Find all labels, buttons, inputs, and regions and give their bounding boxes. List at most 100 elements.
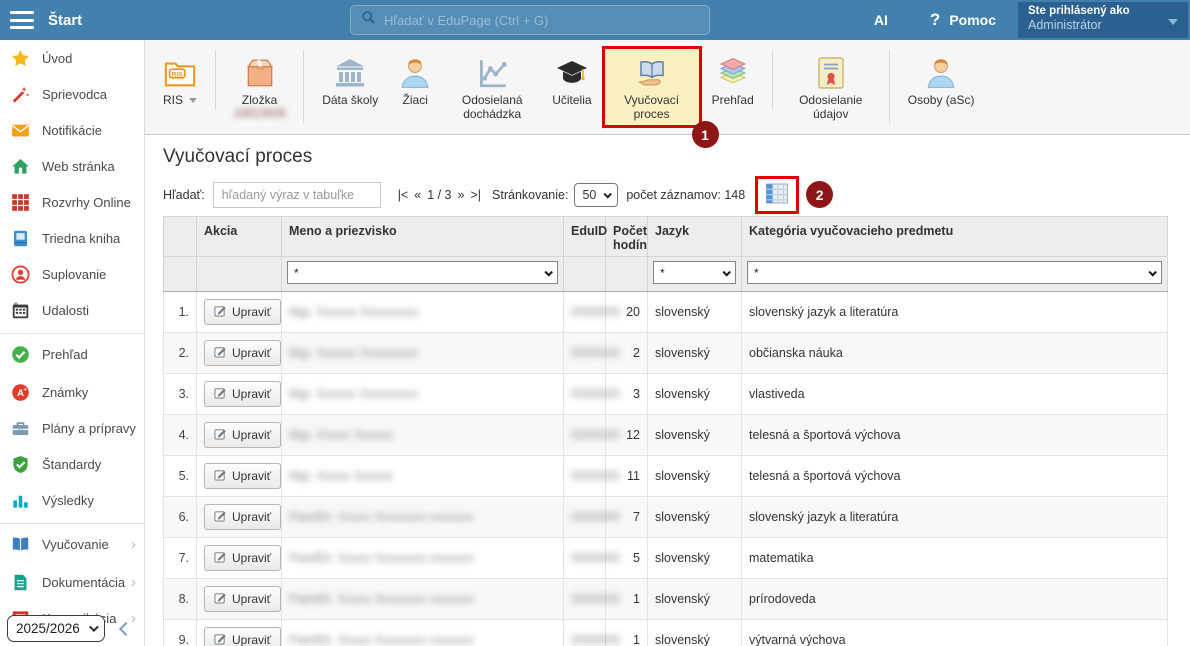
toolbar-button[interactable]: Osoby (aSc) xyxy=(898,46,985,114)
logged-in-as-label: Ste prihlásený ako xyxy=(1028,5,1178,17)
toolbar-button-label: Odosielaná dochádzka xyxy=(452,93,532,121)
edit-pencil-icon xyxy=(214,304,232,320)
eduid-blurred: 0000000 xyxy=(571,387,620,401)
menu-icon[interactable] xyxy=(10,11,34,29)
edit-button[interactable]: Upraviť xyxy=(204,340,281,366)
sidebar-item-label: Udalosti xyxy=(42,303,89,318)
edit-button[interactable]: Upraviť xyxy=(204,463,281,489)
row-number: 6. xyxy=(164,497,197,538)
sidebar-item-label: Triedna kniha xyxy=(42,231,120,246)
sidebar-item-label: Prehľad xyxy=(42,347,88,362)
toolbar-button[interactable]: RIS RIS xyxy=(153,46,207,114)
sidebar-item[interactable]: Web stránka xyxy=(0,148,144,184)
caret-down-icon xyxy=(604,190,612,198)
category-value: matematika xyxy=(742,538,1168,579)
module-toolbar: RIS RIS Zložka xyxy=(145,40,1190,135)
edit-button-label: Upraviť xyxy=(232,469,271,483)
pagination-next-button[interactable]: » xyxy=(458,188,465,202)
sidebar-item[interactable]: Suplovanie xyxy=(0,256,144,292)
edit-button[interactable]: Upraviť xyxy=(204,545,281,571)
step-badge: 1 xyxy=(692,121,719,148)
toolbar-button[interactable]: Žiaci xyxy=(388,46,442,114)
language-value: slovenský xyxy=(648,579,742,620)
page-size-select[interactable]: 50 xyxy=(574,183,618,207)
global-search-input[interactable] xyxy=(384,13,699,28)
table-row: 2. Upraviť Mgr. Xxxxxx Xxxxxxxxx 0000000… xyxy=(164,333,1168,374)
column-header-eduid[interactable]: EduID xyxy=(564,217,606,257)
sidebar-item[interactable]: Úvod xyxy=(0,40,144,76)
edit-button[interactable]: Upraviť xyxy=(204,504,281,530)
edit-button-label: Upraviť xyxy=(232,305,271,319)
chevron-right-icon: › xyxy=(131,610,136,627)
sidebar-item[interactable]: Udalosti xyxy=(0,292,144,328)
toolbar-button[interactable]: Zložka 10013429 xyxy=(224,46,295,127)
column-header-category[interactable]: Kategória vyučovacieho predmetu xyxy=(742,217,1168,257)
sidebar-item[interactable]: Triedna kniha xyxy=(0,220,144,256)
edit-button[interactable]: Upraviť xyxy=(204,586,281,612)
page-content: Vyučovací proces Hľadať: |< « 1 / 3 » >|… xyxy=(145,135,1190,646)
edit-pencil-icon xyxy=(214,468,232,484)
sidebar-item[interactable]: Prehľad xyxy=(0,333,144,374)
pagination: |< « 1 / 3 » >| xyxy=(395,188,484,202)
sidebar-item[interactable]: Vyučovanie › xyxy=(0,523,144,564)
category-value: výtvarná výchova xyxy=(742,620,1168,646)
blurred-folder-number: 10013429 xyxy=(234,108,285,120)
eduid-blurred: 0000000 xyxy=(571,510,620,524)
toolbar-button[interactable]: Odosielaná dochádzka xyxy=(442,46,542,128)
edit-button[interactable]: Upraviť xyxy=(204,627,281,646)
sidebar: Úvod Sprievodca Notifikácie Web stránka xyxy=(0,40,145,646)
edit-button-label: Upraviť xyxy=(232,428,271,442)
ai-button[interactable]: AI xyxy=(874,12,888,28)
pagination-first-button[interactable]: |< xyxy=(398,188,409,202)
edit-button[interactable]: Upraviť xyxy=(204,422,281,448)
start-menu-label[interactable]: Štart xyxy=(48,12,82,29)
school-year-select[interactable]: 2025/2026 xyxy=(7,615,105,642)
category-filter-select[interactable]: * xyxy=(747,261,1162,284)
toolbar-button[interactable]: Prehľad xyxy=(702,46,764,114)
global-search[interactable] xyxy=(350,5,710,35)
sidebar-item[interactable]: Notifikácie xyxy=(0,112,144,148)
help-button[interactable]: ? Pomoc xyxy=(930,10,996,30)
table-row: 9. Upraviť PaedDr. Xxxxx Xxxxxxxx xxxxxx… xyxy=(164,620,1168,646)
chevron-left-icon[interactable] xyxy=(119,621,133,635)
edit-button-label: Upraviť xyxy=(232,551,271,565)
column-header-hours[interactable]: Počet hodín xyxy=(606,217,648,257)
table-search-input[interactable] xyxy=(213,182,381,208)
page-title: Vyučovací proces xyxy=(163,146,1172,168)
edit-button[interactable]: Upraviť xyxy=(204,299,281,325)
caret-down-icon xyxy=(189,98,197,103)
sidebar-item[interactable]: Štandardy xyxy=(0,446,144,482)
language-value: slovenský xyxy=(648,620,742,646)
teacher-name-blurred: PaedDr. Xxxxx Xxxxxxxx xxxxxxx xyxy=(289,510,474,524)
document-icon xyxy=(11,573,30,592)
toolbar-button[interactable]: Učitelia xyxy=(542,46,601,114)
sidebar-item[interactable]: Rozvrhy Online xyxy=(0,184,144,220)
sidebar-item-label: Vyučovanie xyxy=(42,537,109,552)
column-settings-button[interactable] xyxy=(755,176,799,214)
sidebar-item[interactable]: A+ Známky xyxy=(0,374,144,410)
pagination-last-button[interactable]: >| xyxy=(470,188,481,202)
toolbar-button[interactable]: Dáta školy xyxy=(312,46,388,114)
toolbar-button[interactable]: Odosielanie údajov xyxy=(781,46,881,128)
language-value: slovenský xyxy=(648,497,742,538)
sidebar-item[interactable]: Sprievodca xyxy=(0,76,144,112)
toolbar-button[interactable]: Vyučovací proces 1 xyxy=(602,46,702,128)
column-header-name[interactable]: Meno a priezvisko xyxy=(282,217,564,257)
records-count: počet záznamov: 148 xyxy=(626,188,745,202)
chevron-right-icon: › xyxy=(131,536,136,553)
column-header-language[interactable]: Jazyk xyxy=(648,217,742,257)
sidebar-item[interactable]: Výsledky xyxy=(0,482,144,518)
edit-button-label: Upraviť xyxy=(232,346,271,360)
language-filter-select[interactable]: * xyxy=(653,261,736,284)
column-header-action: Akcia xyxy=(197,217,282,257)
sidebar-item[interactable]: Plány a prípravy xyxy=(0,410,144,446)
toolbar-separator xyxy=(215,50,216,110)
sidebar-item-label: Rozvrhy Online xyxy=(42,195,131,210)
name-filter-select[interactable]: * xyxy=(287,261,558,284)
sidebar-item[interactable]: Dokumentácia › xyxy=(0,564,144,600)
open-book-blue-icon xyxy=(11,535,30,554)
edit-pencil-icon xyxy=(214,386,232,402)
logged-in-user-box[interactable]: Ste prihlásený ako Administrátor xyxy=(1018,2,1188,38)
edit-button[interactable]: Upraviť xyxy=(204,381,281,407)
pagination-prev-button[interactable]: « xyxy=(414,188,421,202)
